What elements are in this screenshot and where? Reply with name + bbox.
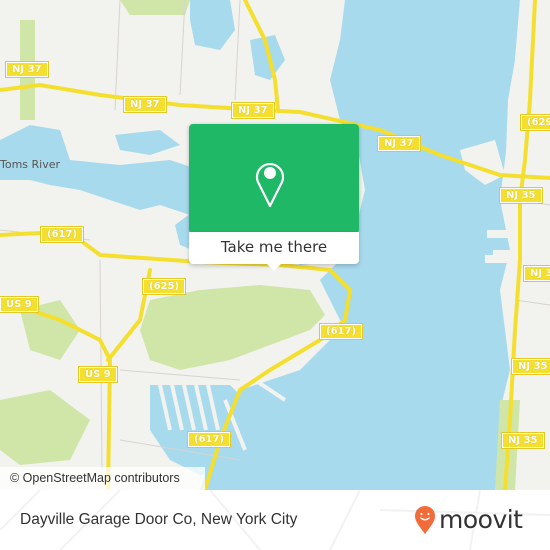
lagoon-mid	[115, 130, 180, 155]
road-shield-us9-south: US 9	[78, 366, 118, 383]
road-shield-cr625: (625)	[141, 278, 187, 295]
road-shield-cr617-east: (617)	[318, 323, 364, 340]
destination-popup[interactable]	[189, 124, 359, 234]
road-shield-cr617-south: (617)	[186, 431, 232, 448]
map-attribution[interactable]: © OpenStreetMap contributors	[0, 467, 205, 490]
moovit-logo[interactable]: moovit	[414, 503, 523, 537]
moovit-wordmark: moovit	[439, 505, 523, 534]
road-shield-nj37-center: NJ 37	[123, 96, 167, 113]
road-shield-cr629: (629)	[519, 114, 550, 131]
road-shield-us9-west: US 9	[0, 296, 39, 313]
road-shield-nj35-bottom: NJ 35	[501, 432, 545, 449]
popup-header	[189, 124, 359, 234]
park-cattus-island	[140, 285, 325, 370]
park-north	[120, 0, 190, 15]
road-shield-nj37-right: NJ 37	[231, 102, 275, 119]
road-shield-nj35-lower: NJ 35	[511, 358, 550, 375]
popup-pointer	[266, 263, 282, 271]
place-label-toms-river: Toms River	[0, 158, 61, 171]
road-shield-nj37-bridge: NJ 37	[377, 135, 421, 152]
park-southwest	[0, 390, 90, 465]
moovit-pin-icon	[415, 506, 435, 534]
road-shield-nj35-top: NJ 35	[499, 187, 543, 204]
take-me-there-button[interactable]: Take me there	[189, 232, 359, 264]
road-shield-cr617-west: (617)	[39, 226, 85, 243]
road-shield-nj35-mid: NJ 35	[523, 265, 550, 282]
location-pin-icon	[255, 163, 285, 208]
road-shield-nj37-west: NJ 37	[5, 61, 49, 78]
pier	[487, 230, 515, 238]
lagoon-north	[190, 0, 235, 50]
place-title: Dayville Garage Door Co, New York City	[20, 511, 298, 528]
silverton-lagoons	[150, 385, 255, 475]
pier	[485, 255, 515, 263]
take-me-there-label: Take me there	[220, 238, 328, 256]
